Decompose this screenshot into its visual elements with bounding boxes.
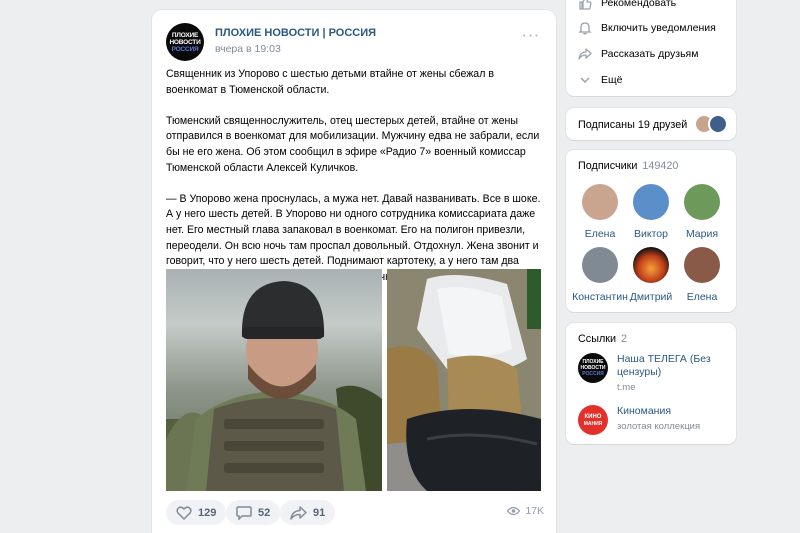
avatar-line-2: НОВОСТИ xyxy=(169,38,201,46)
link-avatar: КИНО МАНИЯ xyxy=(578,405,608,435)
comment-icon xyxy=(236,505,252,520)
share-count: 91 xyxy=(313,506,326,519)
links-card: Ссылки 2 ПЛОХИЕ НОВОСТИ РОССИЯ Наша ТЕЛЕГ… xyxy=(566,323,736,444)
menu-item-notifications[interactable]: Включить уведомления xyxy=(578,21,716,35)
link-avatar-text: РОССИЯ xyxy=(582,371,604,377)
subscriber-avatar xyxy=(633,184,669,220)
heart-icon xyxy=(176,505,192,520)
subscriber-avatar xyxy=(582,184,618,220)
share-arrow-icon xyxy=(290,505,307,520)
subscriber-avatar xyxy=(633,247,669,283)
subscriber-name: Мария xyxy=(685,228,719,240)
more-options-icon[interactable]: ··· xyxy=(522,28,540,44)
share-button[interactable]: 91 xyxy=(280,500,336,525)
link-title: Наша ТЕЛЕГА (Без цензуры) xyxy=(617,353,711,378)
comment-button[interactable]: 52 xyxy=(226,500,281,525)
subscriber-avatar xyxy=(582,247,618,283)
friend-avatar xyxy=(708,114,728,134)
link-title: Киномания xyxy=(617,405,672,417)
friends-card[interactable]: Подписаны 19 друзей xyxy=(566,108,736,140)
links-header[interactable]: Ссылки 2 xyxy=(578,333,627,345)
subscribers-count: 149420 xyxy=(642,160,679,172)
group-avatar[interactable]: ПЛОХИЕ НОВОСТИ РОССИЯ xyxy=(166,23,204,61)
bags-photo-illustration xyxy=(387,269,541,491)
subscriber-item[interactable]: Мария xyxy=(672,184,732,240)
like-count: 129 xyxy=(198,506,217,519)
links-title: Ссылки xyxy=(578,333,617,345)
post-card: ПЛОХИЕ НОВОСТИ РОССИЯ ПЛОХИЕ НОВОСТИ | Р… xyxy=(152,10,556,533)
subscriber-avatar xyxy=(684,247,720,283)
like-button[interactable]: 129 xyxy=(166,500,227,525)
subscribers-title: Подписчики xyxy=(578,160,638,172)
menu-item-recommend[interactable]: Рекомендовать xyxy=(578,0,676,10)
link-avatar: ПЛОХИЕ НОВОСТИ РОССИЯ xyxy=(578,353,608,383)
avatar-line-3: РОССИЯ xyxy=(171,45,199,53)
share-icon xyxy=(578,48,592,60)
soldier-photo-illustration xyxy=(166,281,382,491)
group-actions-card: Рекомендовать Включить уведомления Расск… xyxy=(566,0,736,96)
subscriber-name: Елена xyxy=(686,291,718,303)
eye-icon xyxy=(507,506,521,516)
bell-icon xyxy=(578,22,592,35)
link-avatar-text: МАНИЯ xyxy=(583,420,603,427)
menu-item-more[interactable]: Ещё xyxy=(578,73,622,87)
post-paragraph: Священник из Упорово с шестью детьми вта… xyxy=(166,68,494,96)
post-paragraph: Тюменский священнослужитель, отец шестер… xyxy=(166,114,540,174)
menu-item-label: Рекомендовать xyxy=(601,0,677,9)
post-author-link[interactable]: ПЛОХИЕ НОВОСТИ | РОССИЯ xyxy=(215,27,376,39)
avatar-line-1: ПЛОХИЕ xyxy=(171,31,199,39)
post-photo-bags[interactable] xyxy=(387,269,541,491)
link-item[interactable]: ПЛОХИЕ НОВОСТИ РОССИЯ Наша ТЕЛЕГА (Без ц… xyxy=(578,353,737,393)
link-subtitle: золотая коллекция xyxy=(617,421,701,432)
post-actions: 129 52 91 17K xyxy=(166,500,544,526)
menu-item-label: Рассказать друзьям xyxy=(601,48,699,60)
post-photo-soldier[interactable] xyxy=(166,269,382,491)
chevron-down-icon xyxy=(580,77,590,84)
views-counter: 17K xyxy=(507,505,544,517)
menu-item-label: Включить уведомления xyxy=(601,22,716,34)
links-count: 2 xyxy=(621,333,628,345)
subscribers-card: Подписчики 149420 Елена Виктор Мария Конс… xyxy=(566,150,736,312)
menu-item-tell-friends[interactable]: Рассказать друзьям xyxy=(578,47,698,61)
menu-item-label: Ещё xyxy=(601,74,623,86)
views-count: 17K xyxy=(525,505,544,517)
subscriber-item[interactable]: Елена xyxy=(672,247,732,303)
post-time[interactable]: вчера в 19:03 xyxy=(215,43,281,55)
friends-subscribed-text: Подписаны 19 друзей xyxy=(578,119,688,131)
subscriber-avatar xyxy=(684,184,720,220)
link-avatar-text: КИНО xyxy=(584,413,602,420)
comment-count: 52 xyxy=(258,506,271,519)
thumb-icon xyxy=(579,0,592,10)
link-item[interactable]: КИНО МАНИЯ Киномания золотая коллекция xyxy=(578,405,700,435)
link-subtitle: t.me xyxy=(617,382,636,393)
subscribers-header[interactable]: Подписчики 149420 xyxy=(578,160,678,172)
